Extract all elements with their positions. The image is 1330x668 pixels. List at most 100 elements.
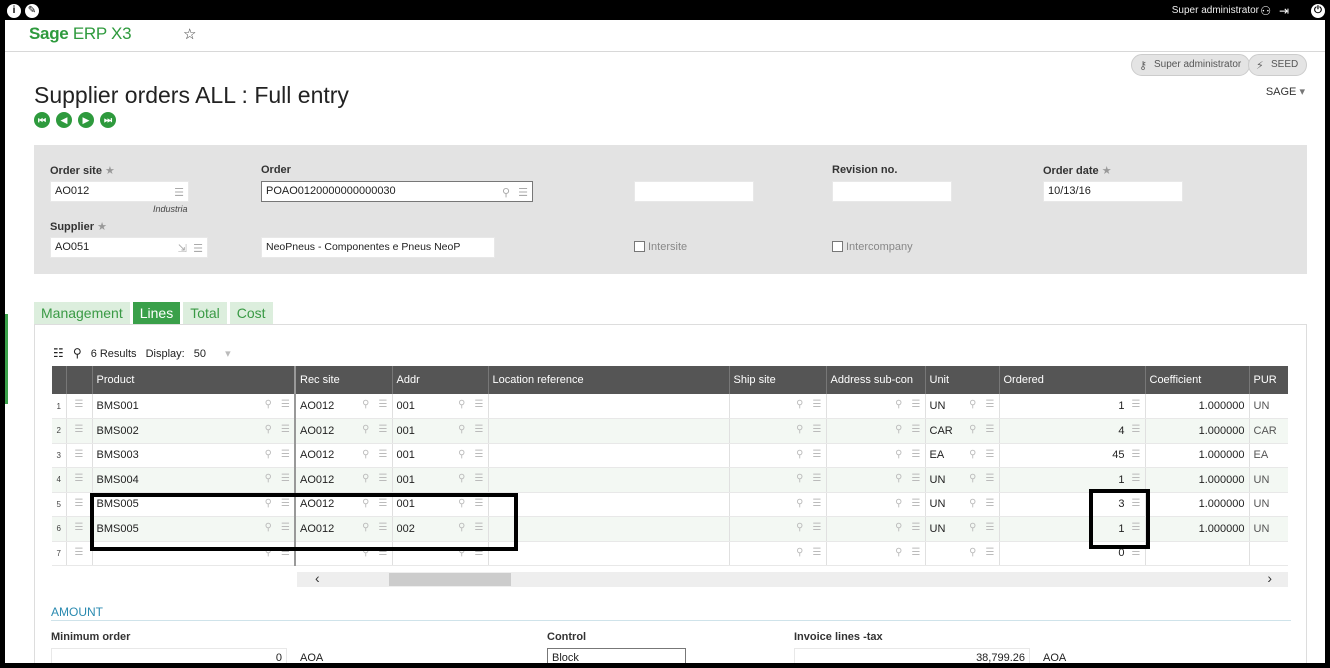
tunnel-icon[interactable]: ⇲	[178, 240, 187, 259]
coefficient-cell[interactable]: 1.000000	[1145, 516, 1250, 542]
list-icon[interactable]: ☰	[1132, 449, 1141, 460]
tab-cost[interactable]: Cost	[229, 302, 273, 324]
search-icon[interactable]: ⚲	[458, 449, 465, 460]
table-row[interactable]: 2 ☰ BMS002 ⚲ ☰ AO012 ⚲ ☰ 001 ⚲ ☰ ⚲ ☰ ⚲ ☰ CAR ⚲ ☰ 4 ☰ 1.00000…	[52, 418, 1288, 444]
grid-horizontal-scrollbar[interactable]: ‹ ›	[297, 570, 1288, 587]
first-record-icon[interactable]: ⏮	[34, 112, 50, 128]
list-icon[interactable]: ☰	[912, 522, 921, 533]
tab-lines[interactable]: Lines	[132, 302, 181, 324]
col-ship-site[interactable]: Ship site	[729, 366, 827, 394]
list-icon[interactable]: ☰	[813, 547, 822, 558]
search-icon[interactable]: ⚲	[458, 424, 465, 435]
list-icon[interactable]: ☰	[813, 522, 822, 533]
pur-cell[interactable]: UN	[1249, 516, 1288, 542]
location-reference-cell[interactable]	[488, 516, 730, 542]
search-icon[interactable]: ⚲	[265, 449, 272, 460]
list-icon[interactable]: ☰	[475, 449, 484, 460]
ship-site-cell[interactable]: ⚲ ☰	[729, 394, 827, 419]
search-icon[interactable]: ⚲	[969, 449, 976, 460]
search-icon[interactable]: ⚲	[796, 498, 803, 509]
unit-cell[interactable]: EA ⚲ ☰	[925, 443, 1000, 468]
location-reference-cell[interactable]	[488, 394, 730, 419]
unit-cell[interactable]: UN ⚲ ☰	[925, 467, 1000, 493]
unit-cell[interactable]: UN ⚲ ☰	[925, 492, 1000, 517]
list-icon[interactable]: ☰	[379, 399, 388, 410]
addr-cell[interactable]: 001 ⚲ ☰	[392, 394, 489, 419]
search-icon[interactable]: ⚲	[969, 498, 976, 509]
list-icon[interactable]: ☰	[379, 473, 388, 484]
row-menu-icon[interactable]: ☰	[75, 498, 84, 509]
list-icon[interactable]: ☰	[813, 498, 822, 509]
grid-options-icon[interactable]: ☷	[53, 346, 64, 360]
search-icon[interactable]: ⚲	[895, 498, 902, 509]
row-menu-icon[interactable]: ☰	[75, 547, 84, 558]
address-sub-con-cell[interactable]: ⚲ ☰	[826, 443, 926, 468]
address-sub-con-cell[interactable]: ⚲ ☰	[826, 394, 926, 419]
search-icon[interactable]: ⚲	[265, 424, 272, 435]
search-icon[interactable]: ⚲	[362, 449, 369, 460]
row-menu-cell[interactable]: ☰	[66, 394, 93, 419]
control-field[interactable]: Block	[547, 648, 686, 663]
order-date-field[interactable]: 10/13/16	[1043, 181, 1183, 202]
search-icon[interactable]: ⚲	[895, 449, 902, 460]
col-address-sub-con[interactable]: Address sub-con	[826, 366, 926, 394]
address-sub-con-cell[interactable]: ⚲ ☰	[826, 467, 926, 493]
search-icon[interactable]: ⚲	[502, 184, 510, 203]
row-menu-cell[interactable]: ☰	[66, 467, 93, 493]
list-icon[interactable]: ☰	[1132, 424, 1141, 435]
row-menu-cell[interactable]: ☰	[66, 516, 93, 542]
topbar-user[interactable]: Super administrator	[1172, 5, 1259, 16]
address-sub-con-cell[interactable]: ⚲ ☰	[826, 541, 926, 566]
addr-cell[interactable]: 001 ⚲ ☰	[392, 443, 489, 468]
search-icon[interactable]: ⚲	[969, 399, 976, 410]
address-sub-con-cell[interactable]: ⚲ ☰	[826, 418, 926, 444]
list-icon[interactable]: ☰	[912, 473, 921, 484]
ordered-cell[interactable]: 4 ☰	[999, 418, 1146, 444]
row-menu-cell[interactable]: ☰	[66, 492, 93, 517]
minimum-order-field[interactable]: 0	[51, 648, 287, 663]
search-icon[interactable]: ⚲	[265, 473, 272, 484]
sitemap-icon[interactable]: ⚇	[1260, 4, 1271, 18]
list-icon[interactable]: ☰	[912, 424, 921, 435]
search-icon[interactable]: ⚲	[796, 473, 803, 484]
folder-button[interactable]: ⚡ SEED	[1248, 54, 1308, 76]
pur-cell[interactable]: UN	[1249, 467, 1288, 493]
left-panel-handle[interactable]	[5, 314, 8, 404]
info-icon[interactable]: i	[7, 4, 21, 18]
folder-dropdown[interactable]: SAGE ▾	[1266, 85, 1305, 98]
list-icon[interactable]: ☰	[912, 449, 921, 460]
coefficient-cell[interactable]	[1145, 541, 1250, 566]
col-rec-site[interactable]: Rec site	[295, 366, 393, 394]
row-menu-cell[interactable]: ☰	[66, 443, 93, 468]
search-icon[interactable]: ⚲	[458, 399, 465, 410]
unit-cell[interactable]: CAR ⚲ ☰	[925, 418, 1000, 444]
scrollbar-thumb[interactable]	[389, 573, 511, 586]
ship-site-cell[interactable]: ⚲ ☰	[729, 541, 827, 566]
location-reference-cell[interactable]	[488, 541, 730, 566]
unit-cell[interactable]: UN ⚲ ☰	[925, 394, 1000, 419]
scroll-left-icon[interactable]: ‹	[315, 570, 320, 586]
list-icon[interactable]: ☰	[518, 184, 528, 203]
list-icon[interactable]: ☰	[281, 399, 290, 410]
list-icon[interactable]: ☰	[986, 424, 995, 435]
list-icon[interactable]: ☰	[475, 399, 484, 410]
list-icon[interactable]: ☰	[379, 449, 388, 460]
search-icon[interactable]: ⚲	[895, 522, 902, 533]
search-icon[interactable]: ⚲	[796, 424, 803, 435]
supplier-field[interactable]: AO051 ⇲ ☰	[50, 237, 208, 258]
list-icon[interactable]: ☰	[193, 240, 203, 259]
rec-site-cell[interactable]: AO012 ⚲ ☰	[295, 467, 393, 493]
list-icon[interactable]: ☰	[912, 399, 921, 410]
sage-logo[interactable]: Sage ERP X3	[29, 24, 132, 44]
pur-cell[interactable]: UN	[1249, 394, 1288, 419]
scroll-right-icon[interactable]: ›	[1267, 570, 1272, 586]
intersite-checkbox[interactable]: Intersite	[634, 241, 687, 253]
product-cell[interactable]: BMS003 ⚲ ☰	[92, 443, 296, 468]
col-unit[interactable]: Unit	[925, 366, 1000, 394]
row-menu-icon[interactable]: ☰	[75, 424, 84, 435]
rec-site-cell[interactable]: AO012 ⚲ ☰	[295, 443, 393, 468]
list-icon[interactable]: ☰	[475, 424, 484, 435]
last-record-icon[interactable]: ⏭	[100, 112, 116, 128]
list-icon[interactable]: ☰	[1132, 399, 1141, 410]
previous-record-icon[interactable]: ◀	[56, 112, 72, 128]
